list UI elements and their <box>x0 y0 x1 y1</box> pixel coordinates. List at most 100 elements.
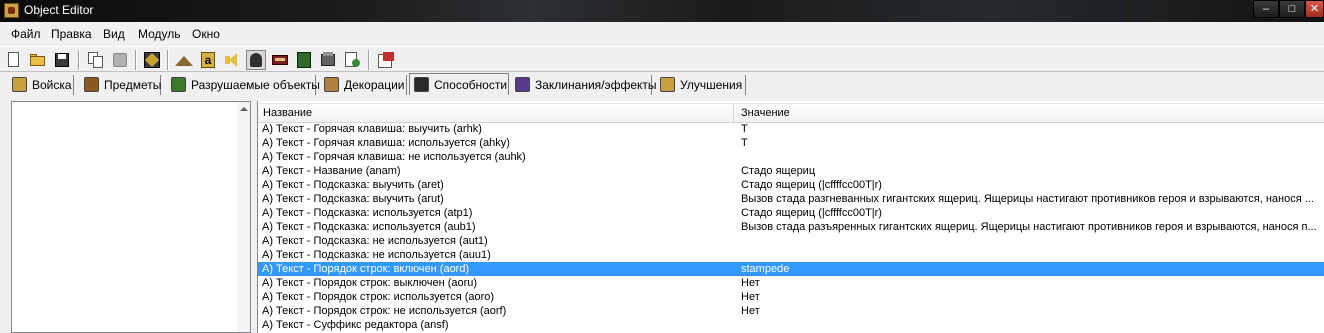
field-name: А) Текст - Подсказка: используется (aub1… <box>262 221 476 233</box>
table-row[interactable]: А) Текст - Горячая клавиша: выучить (arh… <box>258 122 1324 136</box>
field-value: stampede <box>741 263 790 275</box>
toolbar-separator <box>167 50 169 70</box>
field-value: Нет <box>741 305 760 317</box>
column-divider[interactable] <box>733 104 734 122</box>
field-name: А) Текст - Горячая клавиша: используется… <box>262 137 510 149</box>
sound-editor-icon[interactable] <box>222 50 242 70</box>
title-bar: Object Editor – □ ✕ <box>0 0 1324 22</box>
field-value: T <box>741 123 748 135</box>
paste-icon[interactable] <box>110 50 130 70</box>
field-value: Стадо ящериц (|cffffcc00T|r) <box>741 207 882 219</box>
table-row[interactable]: А) Текст - Порядок строк: используется (… <box>258 290 1324 304</box>
tab-destructibles[interactable]: Разрушаемые объекты <box>167 75 320 95</box>
table-row[interactable]: А) Текст - Подсказка: выучить (aret) Стад… <box>258 178 1324 192</box>
tab-label: Разрушаемые объекты <box>191 78 320 92</box>
toolbar: a <box>0 46 1324 72</box>
table-row[interactable]: А) Текст - Порядок строк: не используетс… <box>258 304 1324 318</box>
menu-bar: Файл Правка Вид Модуль Окно <box>0 24 1324 43</box>
object-editor-icon[interactable] <box>246 50 266 70</box>
tab-label: Улучшения <box>680 78 743 92</box>
toolbar-separator <box>368 50 370 70</box>
window-title: Object Editor <box>24 3 94 17</box>
table-row[interactable]: А) Текст - Подсказка: используется (atp1… <box>258 206 1324 220</box>
buffs-icon <box>515 77 530 92</box>
field-name: А) Текст - Горячая клавиша: выучить (arh… <box>262 123 482 135</box>
field-name: А) Текст - Подсказка: выучить (aret) <box>262 179 444 191</box>
triggers-icon[interactable] <box>174 50 194 70</box>
tab-bar: Войска Предметы Разрушаемые объекты Деко… <box>0 73 1324 96</box>
table-row[interactable]: А) Текст - Подсказка: используется (aub1… <box>258 220 1324 234</box>
property-grid: Название Значение А) Текст - Горячая кла… <box>257 101 1324 333</box>
close-button[interactable]: ✕ <box>1305 0 1324 18</box>
field-name: А) Текст - Порядок строк: используется (… <box>262 291 495 303</box>
field-name: А) Текст - Название (anam) <box>262 165 401 177</box>
menu-window[interactable]: Окно <box>192 27 220 41</box>
tab-items[interactable]: Предметы <box>80 75 161 95</box>
copy-icon[interactable] <box>86 50 106 70</box>
grid-header: Название Значение <box>258 103 1324 123</box>
destructibles-icon <box>171 77 186 92</box>
table-row[interactable]: А) Текст - Название (anam) Стадо ящериц <box>258 164 1324 178</box>
ai-editor-icon[interactable] <box>294 50 314 70</box>
table-row[interactable]: А) Текст - Горячая клавиша: не используе… <box>258 150 1324 164</box>
field-value: Нет <box>741 277 760 289</box>
field-name: А) Текст - Порядок строк: не используетс… <box>262 305 507 317</box>
table-row[interactable]: А) Текст - Порядок строк: выключен (aoru… <box>258 276 1324 290</box>
tab-label: Войска <box>32 78 72 92</box>
open-folder-icon[interactable] <box>28 50 48 70</box>
toolbar-separator <box>135 50 137 70</box>
column-header-name[interactable]: Название <box>263 107 312 119</box>
menu-module[interactable]: Модуль <box>138 27 181 41</box>
field-name: А) Текст - Горячая клавиша: не используе… <box>262 151 526 163</box>
menu-edit[interactable]: Правка <box>51 27 92 41</box>
doodads-icon <box>324 77 339 92</box>
maximize-button[interactable]: □ <box>1279 0 1305 18</box>
new-file-icon[interactable] <box>4 50 24 70</box>
field-value: Стадо ящериц <box>741 165 816 177</box>
table-row[interactable]: А) Текст - Горячая клавиша: используется… <box>258 136 1324 150</box>
tab-label: Предметы <box>104 78 162 92</box>
tab-abilities[interactable]: Способности <box>409 73 509 95</box>
field-value: Нет <box>741 291 760 303</box>
tab-doodads[interactable]: Декорации <box>320 75 407 95</box>
field-value: Вызов стада разгневанных гигантских ящер… <box>741 193 1314 205</box>
tab-label: Заклинания/эффекты <box>535 78 657 92</box>
field-name: А) Текст - Подсказка: не используется (a… <box>262 249 491 261</box>
field-value: Вызов стада разъяренных гигантских ящери… <box>741 221 1317 233</box>
field-name: А) Текст - Порядок строк: включен (aord) <box>262 263 470 275</box>
table-row[interactable]: А) Текст - Порядок строк: включен (aord)… <box>258 262 1324 276</box>
tree-scrollbar[interactable] <box>237 102 250 332</box>
table-row[interactable]: А) Текст - Подсказка: не используется (a… <box>258 248 1324 262</box>
toolbar-separator <box>78 50 80 70</box>
test-map-icon[interactable] <box>342 50 362 70</box>
tab-label: Декорации <box>344 78 405 92</box>
items-icon <box>84 77 99 92</box>
minimize-button[interactable]: – <box>1253 0 1279 18</box>
tab-upgrades[interactable]: Улучшения <box>656 75 746 95</box>
campaign-editor-icon[interactable] <box>270 50 290 70</box>
table-row[interactable]: А) Текст - Суффикс редактора (ansf) <box>258 318 1324 332</box>
text-editor-icon[interactable]: a <box>198 50 218 70</box>
upgrades-icon <box>660 77 675 92</box>
field-name: А) Текст - Подсказка: используется (atp1… <box>262 207 473 219</box>
tab-units[interactable]: Войска <box>8 75 74 95</box>
scroll-up-icon[interactable] <box>240 107 248 111</box>
units-icon <box>12 77 27 92</box>
field-name: А) Текст - Порядок строк: выключен (aoru… <box>262 277 478 289</box>
table-row[interactable]: А) Текст - Подсказка: выучить (arut) Вызо… <box>258 192 1324 206</box>
terrain-editor-icon[interactable] <box>142 50 162 70</box>
column-header-value[interactable]: Значение <box>741 107 790 119</box>
import-manager-icon[interactable] <box>318 50 338 70</box>
menu-view[interactable]: Вид <box>103 27 125 41</box>
menu-file[interactable]: Файл <box>11 27 41 41</box>
object-tree[interactable] <box>11 101 251 333</box>
grid-rows: А) Текст - Горячая клавиша: выучить (arh… <box>258 122 1324 332</box>
field-name: А) Текст - Подсказка: не используется (a… <box>262 235 488 247</box>
tab-label: Способности <box>434 78 508 92</box>
field-name: А) Текст - Суффикс редактора (ansf) <box>262 319 449 331</box>
save-icon[interactable] <box>52 50 72 70</box>
tab-buffs[interactable]: Заклинания/эффекты <box>511 75 657 95</box>
field-value: T <box>741 137 748 149</box>
export-icon[interactable] <box>376 50 396 70</box>
table-row[interactable]: А) Текст - Подсказка: не используется (a… <box>258 234 1324 248</box>
